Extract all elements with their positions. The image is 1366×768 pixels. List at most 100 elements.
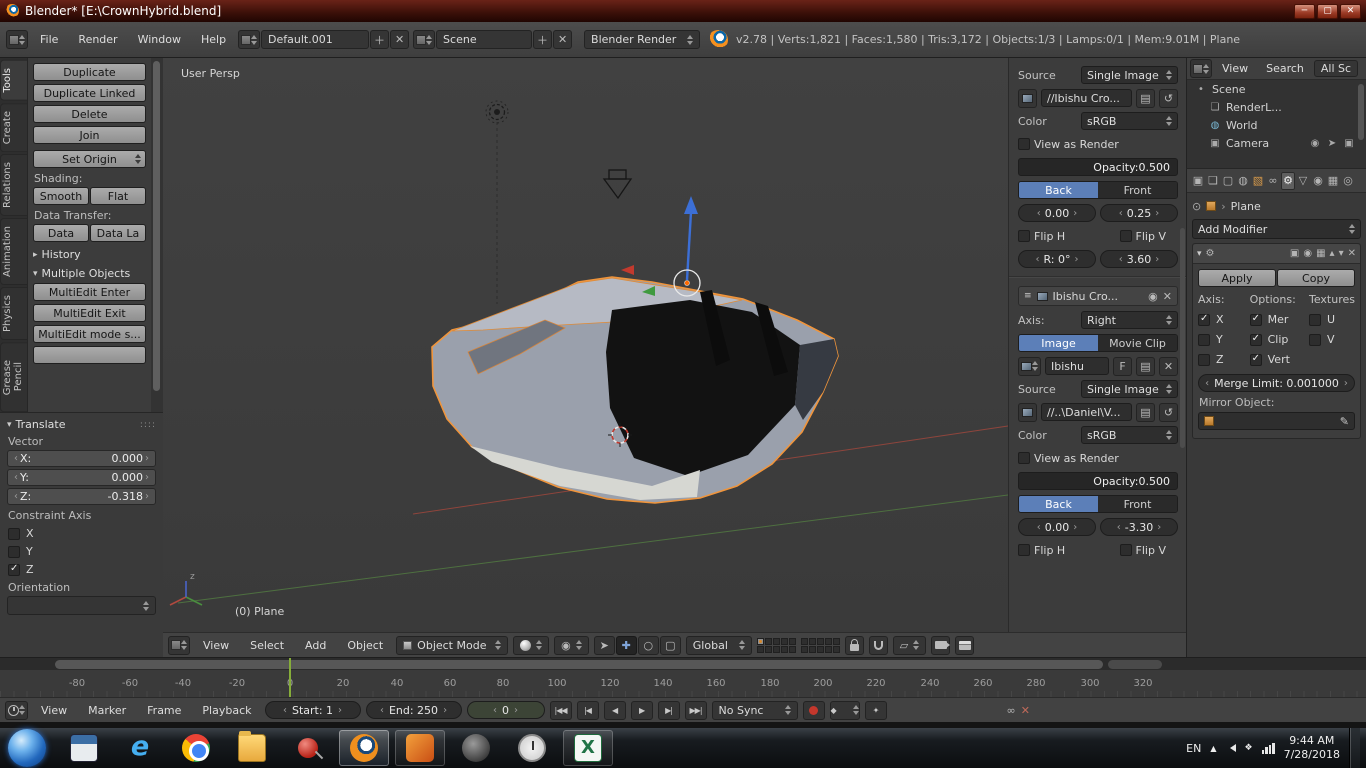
- menu-select[interactable]: Select: [242, 639, 292, 652]
- tab-grease-pencil[interactable]: Grease Pencil: [0, 342, 27, 412]
- image-button[interactable]: Image: [1019, 335, 1098, 351]
- taskbar-internet-explorer[interactable]: e: [115, 730, 165, 766]
- menu-window[interactable]: Window: [130, 33, 189, 46]
- bg1-reload-button[interactable]: ↺: [1159, 89, 1178, 108]
- tab-modifiers-icon[interactable]: ⚙: [1281, 172, 1295, 190]
- rotate-manipulator-button[interactable]: ○: [638, 636, 659, 655]
- tray-status-icon[interactable]: ❖: [1245, 743, 1253, 753]
- fake-user-button[interactable]: F: [1113, 357, 1132, 376]
- snap-element-dropdown[interactable]: ▱: [893, 636, 926, 655]
- scale-manipulator-button[interactable]: ▢: [660, 636, 681, 655]
- tab-constraints-icon[interactable]: ∞: [1266, 172, 1280, 190]
- multiedit-exit-button[interactable]: MultiEdit Exit: [33, 304, 146, 322]
- auto-keyframe-button[interactable]: [803, 701, 825, 720]
- tab-create[interactable]: Create: [0, 103, 27, 152]
- mirror-x-checkbox[interactable]: [1198, 314, 1210, 326]
- translate-z-field[interactable]: ‹Z:-0.318›: [7, 488, 156, 505]
- outliner-item-scene[interactable]: •Scene: [1187, 80, 1366, 98]
- npanel-scrollbar[interactable]: [1180, 228, 1185, 448]
- tab-render-icon[interactable]: ▣: [1191, 172, 1205, 190]
- jump-next-keyframe-button[interactable]: ▶|: [658, 701, 680, 720]
- outliner-editor-type-button[interactable]: [1190, 59, 1212, 78]
- render-opengl-anim-button[interactable]: [955, 636, 974, 655]
- eyedropper-icon[interactable]: ✎: [1340, 415, 1349, 428]
- eye-icon[interactable]: ◉: [1148, 290, 1158, 303]
- bg2-offset-y-field[interactable]: ‹-3.30›: [1100, 518, 1178, 536]
- screen-name-field[interactable]: Default.001: [261, 30, 369, 49]
- back-button[interactable]: Back: [1019, 496, 1098, 512]
- volume-icon[interactable]: [1226, 744, 1236, 752]
- lamp-object[interactable]: [486, 101, 508, 304]
- bg1-view-as-render-checkbox[interactable]: [1018, 138, 1030, 150]
- delete-button[interactable]: Delete: [33, 105, 146, 123]
- bg1-offset-x-field[interactable]: ‹0.00›: [1018, 204, 1096, 222]
- pivot-point-dropdown[interactable]: ◉: [554, 636, 589, 655]
- jump-to-start-button[interactable]: |◀◀: [550, 701, 572, 720]
- viewport-shading-dropdown[interactable]: [513, 636, 549, 655]
- constraint-z-checkbox[interactable]: [8, 564, 20, 576]
- pin-icon[interactable]: ⊙: [1192, 200, 1201, 213]
- texture-v-checkbox[interactable]: [1309, 334, 1321, 346]
- clipped-button[interactable]: [33, 346, 146, 364]
- data-layout-button[interactable]: Data La: [90, 224, 146, 242]
- bg2-axis-dropdown[interactable]: Right: [1081, 311, 1178, 329]
- bg2-view-as-render-checkbox[interactable]: [1018, 452, 1030, 464]
- multiedit-mode-button[interactable]: MultiEdit mode s...: [33, 325, 146, 343]
- bg1-filepath-field[interactable]: //Ibishu Cro...: [1041, 89, 1132, 107]
- bg1-offset-y-field[interactable]: ‹0.25›: [1100, 204, 1178, 222]
- timeline-editor-type-button[interactable]: [5, 701, 28, 720]
- move-down-icon[interactable]: ▾: [1339, 248, 1344, 259]
- flat-button[interactable]: Flat: [90, 187, 146, 205]
- modifier-panel-header[interactable]: ▾ ⚙ ▣ ◉ ▦ ▴ ▾ ✕: [1193, 244, 1360, 264]
- frame-start-field[interactable]: ‹Start: 1›: [265, 701, 361, 719]
- restrict-view-icon[interactable]: ◉: [1309, 138, 1321, 149]
- outliner-display-dropdown[interactable]: All Sc: [1314, 60, 1358, 77]
- bg1-flip-v-checkbox[interactable]: [1120, 230, 1132, 242]
- menu-help[interactable]: Help: [193, 33, 234, 46]
- scene-browse-button[interactable]: [413, 30, 435, 49]
- insert-keyframe-button[interactable]: ✦: [865, 701, 887, 720]
- tool-shelf-scrollbar[interactable]: [151, 58, 163, 412]
- outliner-scrollbar[interactable]: [1358, 84, 1364, 140]
- tab-object-icon[interactable]: ▧: [1251, 172, 1265, 190]
- menu-add[interactable]: Add: [297, 639, 334, 652]
- tab-relations[interactable]: Relations: [0, 154, 27, 216]
- camera-object[interactable]: [604, 170, 631, 198]
- menu-render[interactable]: Render: [70, 33, 125, 46]
- current-frame-field[interactable]: ‹0›: [467, 701, 545, 719]
- taskbar-explorer[interactable]: [227, 730, 277, 766]
- movie-clip-button[interactable]: Movie Clip: [1098, 335, 1177, 351]
- minimize-button[interactable]: ─: [1294, 4, 1315, 19]
- current-frame-indicator[interactable]: [289, 658, 291, 697]
- multiple-objects-panel-header[interactable]: ▾Multiple Objects: [33, 267, 146, 280]
- manipulator-z-arrow[interactable]: [684, 196, 698, 214]
- join-button[interactable]: Join: [33, 126, 146, 144]
- 3d-viewport[interactable]: z User Persp (0) Plane: [163, 58, 1008, 632]
- bg2-source-dropdown[interactable]: Single Image: [1081, 380, 1178, 398]
- back-button[interactable]: Back: [1019, 182, 1098, 198]
- bg2-opacity-slider[interactable]: Opacity:0.500: [1018, 472, 1178, 490]
- outliner-item-renderlayers[interactable]: ❏RenderL...: [1187, 98, 1366, 116]
- bg1-colorspace-dropdown[interactable]: sRGB: [1081, 112, 1178, 130]
- duplicate-linked-button[interactable]: Duplicate Linked: [33, 84, 146, 102]
- bg2-image-browse-button[interactable]: [1018, 357, 1041, 376]
- merge-checkbox[interactable]: [1250, 314, 1262, 326]
- taskbar-dark-app[interactable]: [451, 730, 501, 766]
- viewport-editor-type-button[interactable]: [168, 636, 190, 655]
- taskbar-clock-app[interactable]: [507, 730, 557, 766]
- restore-button[interactable]: ▢: [1317, 4, 1338, 19]
- tab-animation[interactable]: Animation: [0, 218, 27, 285]
- bg2-panel-header[interactable]: ≡Ibishu Cro...◉✕: [1018, 286, 1178, 306]
- taskbar-calculator[interactable]: [59, 730, 109, 766]
- language-indicator[interactable]: EN: [1186, 742, 1201, 755]
- front-button[interactable]: Front: [1098, 496, 1177, 512]
- apply-button[interactable]: Apply: [1198, 269, 1276, 287]
- scene-delete-button[interactable]: ✕: [553, 30, 572, 49]
- manipulator-x-arrow[interactable]: [621, 265, 634, 275]
- hidden-icons-button[interactable]: ▲: [1210, 744, 1216, 753]
- unlink-icon[interactable]: ✕: [1021, 704, 1030, 717]
- bg1-rotation-field[interactable]: ‹R: 0°›: [1018, 250, 1096, 268]
- smooth-button[interactable]: Smooth: [33, 187, 89, 205]
- tab-physics-icon[interactable]: ◎: [1341, 172, 1355, 190]
- show-desktop-button[interactable]: [1349, 728, 1360, 768]
